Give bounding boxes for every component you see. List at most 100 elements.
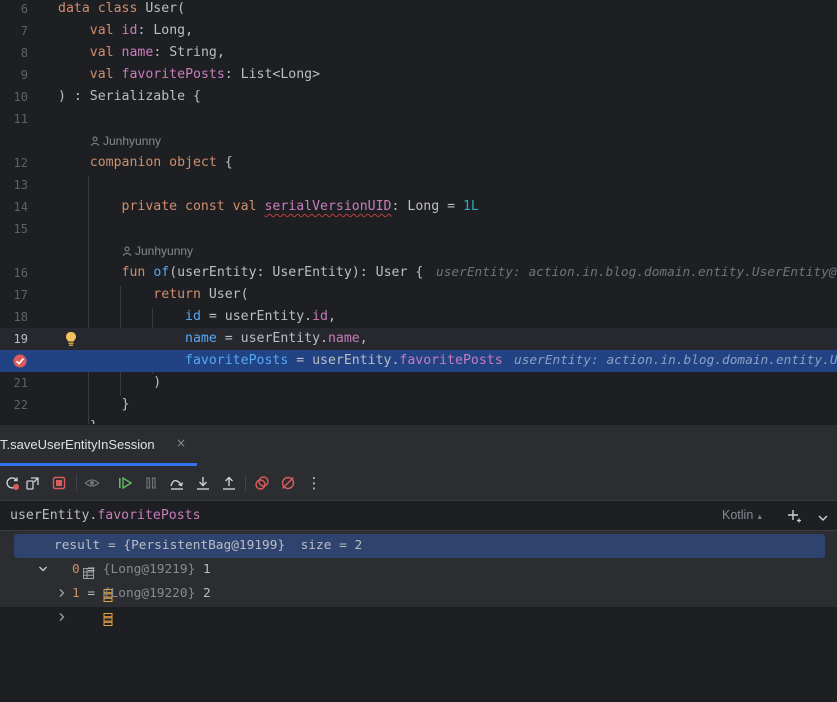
- debug-session-tab-label: T.saveUserEntityInSession: [0, 437, 155, 452]
- code-line[interactable]: 8 val name: String,: [0, 42, 837, 64]
- line-number: 18: [13, 310, 28, 324]
- author-name: Junhyunny: [135, 244, 194, 258]
- step-into-icon[interactable]: [191, 471, 215, 495]
- line-number: 12: [13, 156, 28, 170]
- author-hint[interactable]: Junhyunny: [0, 240, 837, 262]
- inline-debug-value: userEntity: action.in.blog.domain.entity…: [436, 265, 837, 280]
- code-text: companion object {: [89, 155, 233, 170]
- code-text: favoritePosts = userEntity.favoritePosts: [185, 353, 503, 368]
- mute-breakpoints-icon[interactable]: [276, 471, 300, 495]
- var-index: 0: [72, 562, 80, 577]
- line-number: 9: [20, 68, 28, 82]
- step-over-icon[interactable]: [165, 471, 189, 495]
- toolbar-separator: [76, 475, 77, 491]
- code-line[interactable]: 7 val id: Long,: [0, 20, 837, 42]
- restore-layout-icon[interactable]: [21, 471, 45, 495]
- code-line[interactable]: }: [0, 416, 837, 424]
- code-text: data class User(: [58, 1, 186, 16]
- author-name: Junhyunny: [103, 134, 162, 148]
- expression-input[interactable]: userEntity.favoritePosts: [10, 501, 201, 530]
- evaluate-expression-bar: userEntity.favoritePosts Kotlin ▴: [0, 500, 837, 531]
- code-text: ): [58, 375, 162, 390]
- code-line[interactable]: 16 fun of(userEntity: UserEntity): User …: [0, 262, 837, 284]
- code-text: id = userEntity.id,: [185, 309, 336, 324]
- code-line[interactable]: 15: [0, 218, 837, 240]
- code-text: ) : Serializable {: [58, 89, 201, 104]
- more-icon[interactable]: ⋮: [302, 471, 326, 495]
- chevron-down-icon[interactable]: [817, 509, 829, 528]
- debug-toolbar: ⋮: [0, 466, 837, 500]
- code-text: return User(: [153, 287, 249, 302]
- code-line[interactable]: 10 ) : Serializable {: [0, 86, 837, 108]
- breakpoint-icon[interactable]: [250, 471, 274, 495]
- var-name: result: [54, 538, 101, 553]
- line-number: 16: [13, 266, 28, 280]
- line-number: 8: [20, 46, 28, 60]
- code-text: fun of(userEntity: UserEntity): User {: [121, 265, 424, 280]
- code-text: }: [58, 397, 130, 412]
- resume-icon[interactable]: [113, 471, 137, 495]
- code-line-execution-point[interactable]: favoritePosts = userEntity.favoritePosts…: [0, 350, 837, 372]
- tree-row-item[interactable]: 1 = {Long@19220} 2: [0, 582, 837, 627]
- line-number: 13: [13, 178, 28, 192]
- line-number: 7: [20, 24, 28, 38]
- code-text: val favoritePosts: List<Long>: [89, 67, 321, 82]
- language-selector[interactable]: Kotlin ▴: [722, 501, 762, 531]
- field-icon: [57, 563, 113, 603]
- var-value: 1: [203, 562, 211, 577]
- var-type: {Long@19220}: [102, 586, 196, 601]
- add-watch-icon[interactable]: [786, 508, 802, 528]
- code-text: private const val serialVersionUID: Long…: [121, 199, 479, 214]
- var-type: {Long@19219}: [102, 562, 196, 577]
- tree-row-text: 1 = {Long@19220} 2: [72, 586, 211, 601]
- code-text: val id: Long,: [89, 23, 194, 38]
- line-number: 15: [13, 222, 28, 236]
- code-text: }: [58, 416, 98, 424]
- code-line[interactable]: 9 val favoritePosts: List<Long>: [0, 64, 837, 86]
- line-number: 19: [13, 332, 28, 346]
- author-hint[interactable]: Junhyunny: [0, 130, 837, 152]
- close-icon[interactable]: ×: [176, 436, 186, 450]
- tree-row-text: 0 = {Long@19219} 1: [72, 562, 211, 577]
- code-line[interactable]: 18 id = userEntity.id,: [0, 306, 837, 328]
- line-number: 11: [13, 112, 28, 126]
- step-out-icon[interactable]: [217, 471, 241, 495]
- tree-row-result[interactable]: result = {PersistentBag@19199} size = 2: [14, 534, 825, 579]
- collection-icon: [37, 540, 95, 579]
- breakpoint-hit-icon[interactable]: [12, 353, 28, 373]
- code-line[interactable]: 14 private const val serialVersionUID: L…: [0, 196, 837, 218]
- code-line[interactable]: 6 data class User(: [0, 0, 837, 20]
- var-index: 1: [72, 586, 80, 601]
- language-label: Kotlin: [722, 508, 754, 522]
- code-line-current[interactable]: 19 name = userEntity.name,: [0, 328, 837, 350]
- code-editor[interactable]: 6 data class User( 7 val id: Long, 8 val…: [0, 0, 837, 424]
- pause-icon[interactable]: [139, 471, 163, 495]
- code-text: val name: String,: [89, 45, 225, 60]
- inline-debug-value: userEntity: action.in.blog.domain.entity…: [514, 353, 837, 368]
- var-value: 2: [203, 586, 211, 601]
- line-number: 6: [20, 2, 28, 16]
- code-line[interactable]: 13: [0, 174, 837, 196]
- line-number: 21: [13, 376, 28, 390]
- line-number: 14: [13, 200, 28, 214]
- debug-tab-bar: T.saveUserEntityInSession ×: [0, 424, 837, 466]
- tree-row-text: result = {PersistentBag@19199} size = 2: [54, 538, 363, 553]
- var-value: {PersistentBag@19199}: [123, 538, 286, 553]
- line-number: 10: [13, 90, 28, 104]
- variables-tree: result = {PersistentBag@19199} size = 2 …: [0, 531, 837, 627]
- code-text: name = userEntity.name,: [185, 331, 368, 346]
- var-size: size = 2: [300, 538, 363, 553]
- toolbar-separator: [245, 475, 246, 491]
- code-line[interactable]: 17 return User(: [0, 284, 837, 306]
- code-line[interactable]: 21 ): [0, 372, 837, 394]
- person-icon: [90, 130, 100, 152]
- tree-row-item[interactable]: 0 = {Long@19219} 1: [0, 558, 837, 603]
- line-number: 22: [13, 398, 28, 412]
- code-line[interactable]: 22 }: [0, 394, 837, 416]
- code-line[interactable]: 11: [0, 108, 837, 130]
- view-breakpoints-icon[interactable]: [80, 471, 104, 495]
- code-line[interactable]: 12 companion object {: [0, 152, 837, 174]
- stop-icon[interactable]: [47, 471, 71, 495]
- line-number: 17: [13, 288, 28, 302]
- chevron-up-icon: ▴: [757, 512, 762, 521]
